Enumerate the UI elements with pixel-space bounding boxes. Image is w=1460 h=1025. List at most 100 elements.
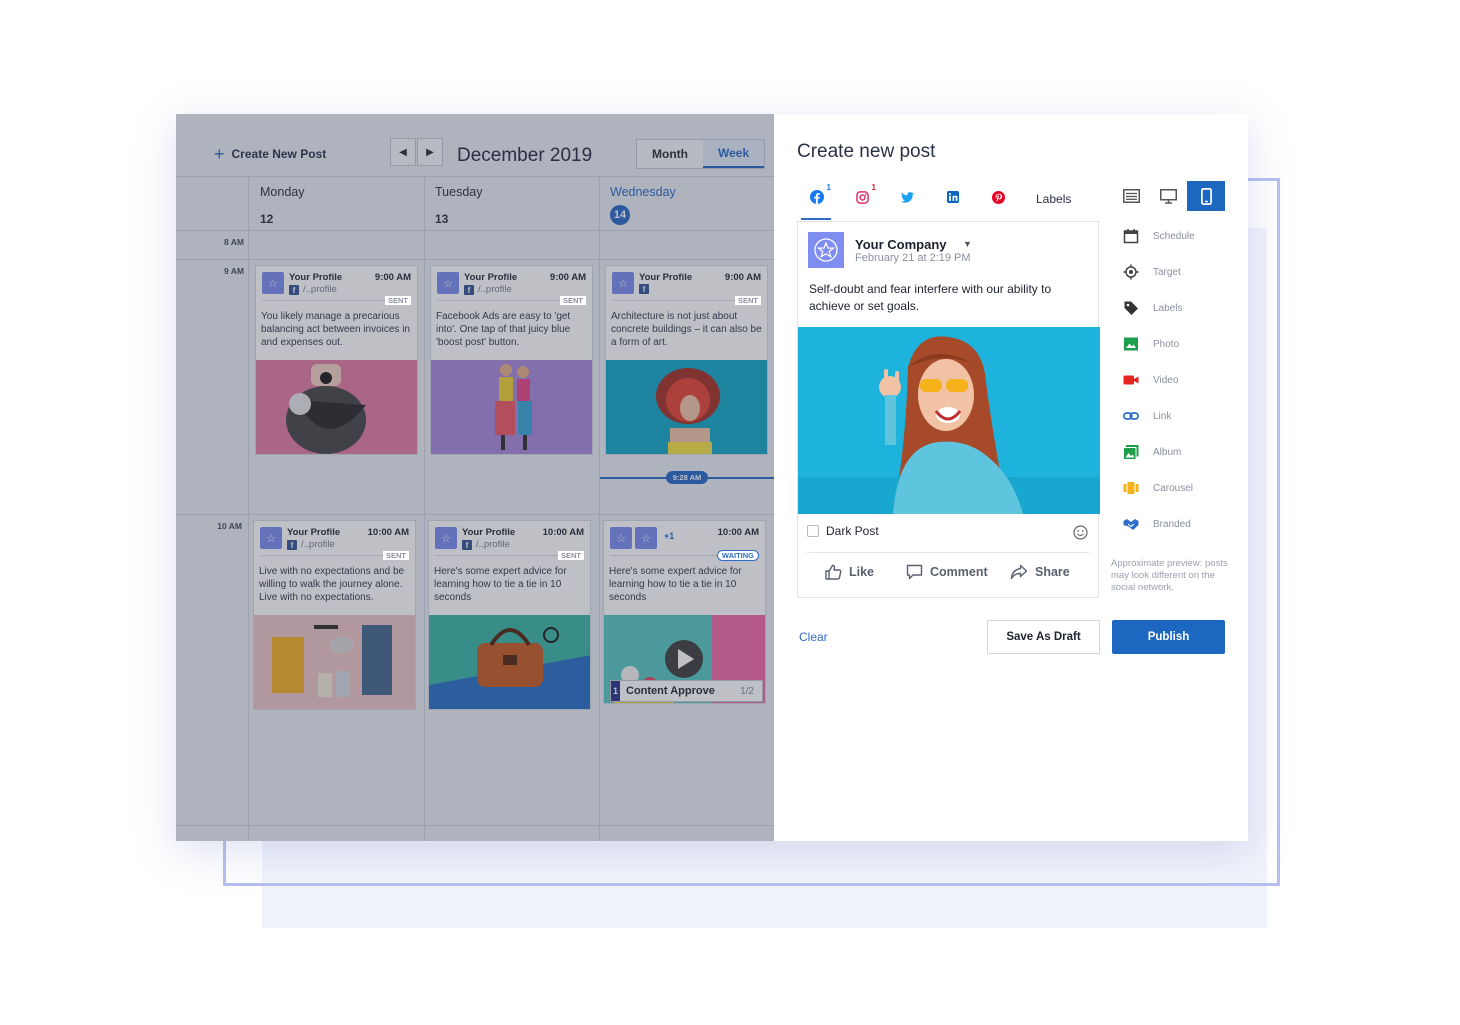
tool-label: Target [1153,266,1181,278]
network-badge: 1 [871,183,876,192]
day-name: Monday [260,185,305,199]
post-time: 9:00 AM [374,272,411,283]
network-tab-facebook[interactable]: 1 [807,183,831,207]
grid-line [176,825,774,826]
tool-label: Album [1153,446,1182,458]
desktop-icon [1159,188,1177,204]
publish-button[interactable]: Publish [1112,620,1225,654]
approximate-preview-note: Approximate preview: posts may look diff… [1111,558,1228,593]
video-icon [1123,375,1139,385]
preview-desktop-button[interactable] [1151,181,1185,211]
photo-icon [1124,337,1138,351]
instagram-icon [855,190,869,204]
labels-tab[interactable]: Labels [1036,192,1071,206]
share-button[interactable]: Share [1010,564,1070,580]
status-badge: SENT [559,296,586,305]
handshake-icon [1123,519,1139,530]
tool-labels[interactable]: Labels [1123,300,1182,316]
tool-album[interactable]: Album [1123,444,1181,460]
post-text: Here's some expert advice for learning h… [609,566,742,603]
calendar-post[interactable]: ☆ Your Profile f/..profile 9:00 AM SENT … [430,265,593,455]
view-week-button[interactable]: Week [702,140,765,168]
day-number: 12 [260,212,274,226]
like-label: Like [849,565,875,579]
calendar-post[interactable]: ☆ Your Profile f/..profile 9:00 AM SENT … [255,265,418,455]
chevron-left-icon: ◀ [399,146,407,158]
tool-photo[interactable]: Photo [1123,336,1179,352]
time-label: 10 AM [217,521,242,531]
tool-carousel[interactable]: Carousel [1123,480,1193,496]
comment-icon [906,564,923,580]
facebook-icon: f [287,539,297,550]
calendar-post[interactable]: ☆ ☆ +1 10:00 AM WAITING Here's some expe… [603,520,766,704]
post-image [429,615,590,709]
tool-branded[interactable]: Branded [1123,516,1191,532]
tool-target[interactable]: Target [1123,264,1181,280]
network-tab-pinterest[interactable] [988,187,1008,207]
network-tab-linkedin[interactable] [943,187,963,207]
preview-mobile-button[interactable] [1187,181,1225,211]
tool-label: Branded [1153,518,1191,530]
star-avatar-icon: ☆ [262,272,284,294]
day-header-monday[interactable]: Monday 12 [260,185,304,226]
tool-label: Labels [1153,302,1183,314]
plus-icon: + [214,144,225,164]
network-tab-instagram[interactable]: 1 [852,183,876,207]
link-icon [1123,412,1139,420]
network-badge: 1 [826,183,831,192]
post-text: Here's some expert advice for learning h… [434,566,567,603]
preview-feed-button[interactable] [1114,181,1148,211]
approval-label: Content Approve [626,685,715,697]
calendar-icon [1123,229,1139,244]
like-button[interactable]: Like [825,564,874,580]
tool-video[interactable]: Video [1123,372,1178,388]
network-tab-twitter[interactable] [897,187,917,207]
post-text: Live with no expectations and be willing… [259,566,405,603]
approval-workflow[interactable]: 1 Content Approve 1/2 [610,680,763,702]
day-name: Tuesday [435,185,483,199]
post-text: Architecture is not just about concrete … [611,311,762,348]
approval-progress: 1/2 [740,685,754,697]
approval-step: 1 [611,681,620,701]
grid-line [176,514,774,515]
clear-button[interactable]: Clear [799,630,828,644]
post-time: 9:00 AM [549,272,586,283]
star-avatar-icon: ☆ [437,272,459,294]
company-name[interactable]: Your Company [855,237,947,252]
dark-post-checkbox[interactable] [807,525,819,537]
day-header-wednesday[interactable]: Wednesday 14 [610,185,676,225]
twitter-icon [900,191,914,203]
calendar-post[interactable]: ☆ Your Profile f /..profile 10:00 AM SENT… [428,520,591,710]
panel-title: Create new post [797,141,936,162]
status-badge: SENT [734,296,761,305]
company-avatar [808,232,844,268]
star-avatar-icon: ☆ [612,272,634,294]
day-header-tuesday[interactable]: Tuesday 13 [435,185,482,226]
prev-week-button[interactable]: ◀ [390,138,416,166]
post-profile-name: Your Profile [289,272,343,283]
tool-label: Carousel [1153,482,1194,494]
caret-down-icon[interactable]: ▼ [963,239,972,249]
tool-link[interactable]: Link [1123,408,1171,424]
star-avatar-icon: ☆ [435,527,457,549]
view-month-button[interactable]: Month [637,140,703,168]
post-handle: /..profile [303,284,337,295]
calendar-post[interactable]: ☆ Your Profile f /..profile 10:00 AM SENT… [253,520,416,710]
tool-schedule[interactable]: Schedule [1123,228,1195,244]
post-handle: /..profile [301,539,335,550]
calendar-week-view: + Create New Post ◀ ▶ December 2019 Mont… [176,114,774,841]
post-body-text[interactable]: Self-doubt and fear interfere with our a… [809,281,1089,315]
dark-post-toggle[interactable]: Dark Post [807,524,879,538]
more-profiles-count: +1 [664,531,675,541]
facebook-icon: f [289,284,299,295]
tool-label: Photo [1153,338,1180,350]
next-week-button[interactable]: ▶ [417,138,443,166]
calendar-post[interactable]: ☆ Your Profile f 9:00 AM SENT Architectu… [605,265,768,455]
facebook-icon: f [464,284,474,295]
save-as-draft-button[interactable]: Save As Draft [987,620,1100,654]
post-preview: Your Company ▼ February 21 at 2:19 PM Se… [797,221,1100,598]
emoji-icon[interactable] [1073,525,1088,545]
create-new-post-label: Create New Post [231,147,327,161]
comment-button[interactable]: Comment [906,564,988,580]
create-new-post-button[interactable]: + Create New Post [214,144,327,164]
